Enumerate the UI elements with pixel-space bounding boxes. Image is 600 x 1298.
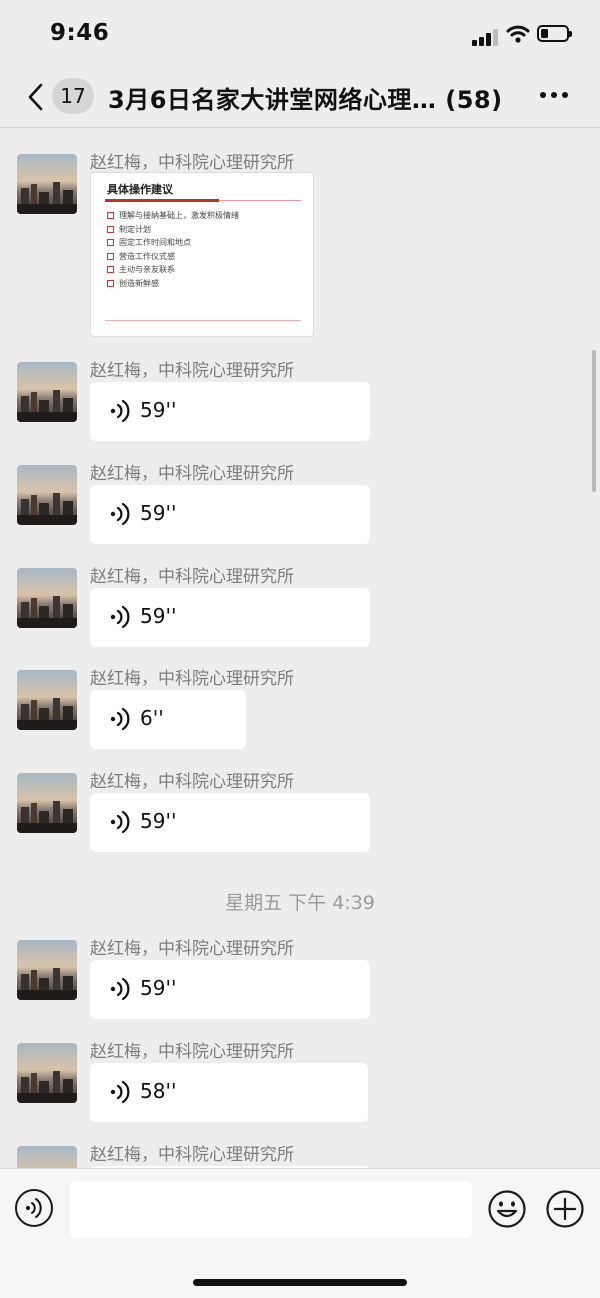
- status-time: 9:46: [50, 20, 110, 46]
- slide-list-item: 制定计划: [107, 224, 239, 238]
- cellular-signal-icon: [472, 28, 502, 46]
- avatar[interactable]: [17, 465, 77, 525]
- image-message[interactable]: 具体操作建议 理解与接纳基础上，激发积极情绪 制定计划 固定工作时间和地点 营造…: [90, 172, 314, 337]
- battery-icon: [537, 25, 572, 42]
- sender-name: 赵红梅，中科院心理研究所: [90, 1145, 294, 1165]
- avatar[interactable]: [17, 670, 77, 730]
- sender-name: 赵红梅，中科院心理研究所: [90, 153, 294, 173]
- voice-message-bubble[interactable]: 58'': [90, 1063, 368, 1122]
- voice-duration: 59'': [140, 976, 177, 1000]
- voice-message-bubble[interactable]: 59'': [90, 588, 370, 647]
- divider-accent: [105, 199, 219, 202]
- voice-wave-icon: [110, 399, 130, 423]
- time-separator: 星期五 下午 4:39: [225, 892, 375, 914]
- voice-duration: 59'': [140, 604, 177, 628]
- voice-wave-icon: [110, 1080, 130, 1104]
- slide-list-item: 营造工作仪式感: [107, 251, 239, 265]
- sender-name: 赵红梅，中科院心理研究所: [90, 1042, 294, 1062]
- slide-list-item: 创造新鲜感: [107, 278, 239, 292]
- sender-name: 赵红梅，中科院心理研究所: [90, 669, 294, 689]
- voice-wave-icon: [110, 977, 130, 1001]
- divider: [105, 320, 301, 321]
- slide-list-item: 主动与亲友联系: [107, 264, 239, 278]
- avatar[interactable]: [17, 940, 77, 1000]
- voice-wave-icon: [110, 605, 130, 629]
- avatar[interactable]: [17, 568, 77, 628]
- back-chevron-icon[interactable]: [24, 82, 48, 112]
- slide-list-item: 理解与接纳基础上，激发积极情绪: [107, 210, 239, 224]
- voice-duration: 59'': [140, 501, 177, 525]
- voice-wave-icon: [26, 1198, 42, 1218]
- wifi-icon: [506, 25, 530, 43]
- sender-name: 赵红梅，中科院心理研究所: [90, 939, 294, 959]
- voice-duration: 59'': [140, 809, 177, 833]
- sender-name: 赵红梅，中科院心理研究所: [90, 361, 294, 381]
- voice-message-bubble[interactable]: 59'': [90, 960, 370, 1019]
- message-input[interactable]: [70, 1181, 472, 1238]
- unread-count-badge[interactable]: 17: [52, 78, 94, 114]
- chat-header: 17 3月6日名家大讲堂网络心理… (58): [0, 68, 600, 128]
- sender-name: 赵红梅，中科院心理研究所: [90, 464, 294, 484]
- voice-message-bubble[interactable]: 59'': [90, 793, 370, 852]
- voice-wave-icon: [110, 502, 130, 526]
- home-indicator: [193, 1279, 407, 1286]
- voice-duration: 6'': [140, 706, 164, 730]
- sender-name: 赵红梅，中科院心理研究所: [90, 567, 294, 587]
- slide-title: 具体操作建议: [107, 183, 173, 196]
- avatar[interactable]: [17, 154, 77, 214]
- voice-message-bubble[interactable]: 6'': [90, 690, 246, 749]
- voice-wave-icon: [110, 810, 130, 834]
- slide-list: 理解与接纳基础上，激发积极情绪 制定计划 固定工作时间和地点 营造工作仪式感 主…: [107, 210, 239, 291]
- voice-duration: 59'': [140, 398, 177, 422]
- scrollbar[interactable]: [592, 350, 596, 492]
- voice-wave-icon: [110, 707, 130, 731]
- voice-duration: 58'': [140, 1079, 177, 1103]
- avatar[interactable]: [17, 362, 77, 422]
- voice-message-bubble[interactable]: 59'': [90, 382, 370, 441]
- emoji-face-icon[interactable]: [487, 1189, 527, 1229]
- chat-title: 3月6日名家大讲堂网络心理… (58): [108, 86, 503, 114]
- slide-list-item: 固定工作时间和地点: [107, 237, 239, 251]
- status-bar: 9:46: [0, 0, 600, 68]
- avatar[interactable]: [17, 773, 77, 833]
- more-dots-icon[interactable]: [540, 90, 568, 100]
- sender-name: 赵红梅，中科院心理研究所: [90, 772, 294, 792]
- chat-input-bar: [0, 1168, 600, 1298]
- plus-circle-icon[interactable]: [545, 1189, 585, 1229]
- avatar[interactable]: [17, 1043, 77, 1103]
- voice-input-button[interactable]: [15, 1189, 53, 1227]
- voice-message-bubble[interactable]: 59'': [90, 485, 370, 544]
